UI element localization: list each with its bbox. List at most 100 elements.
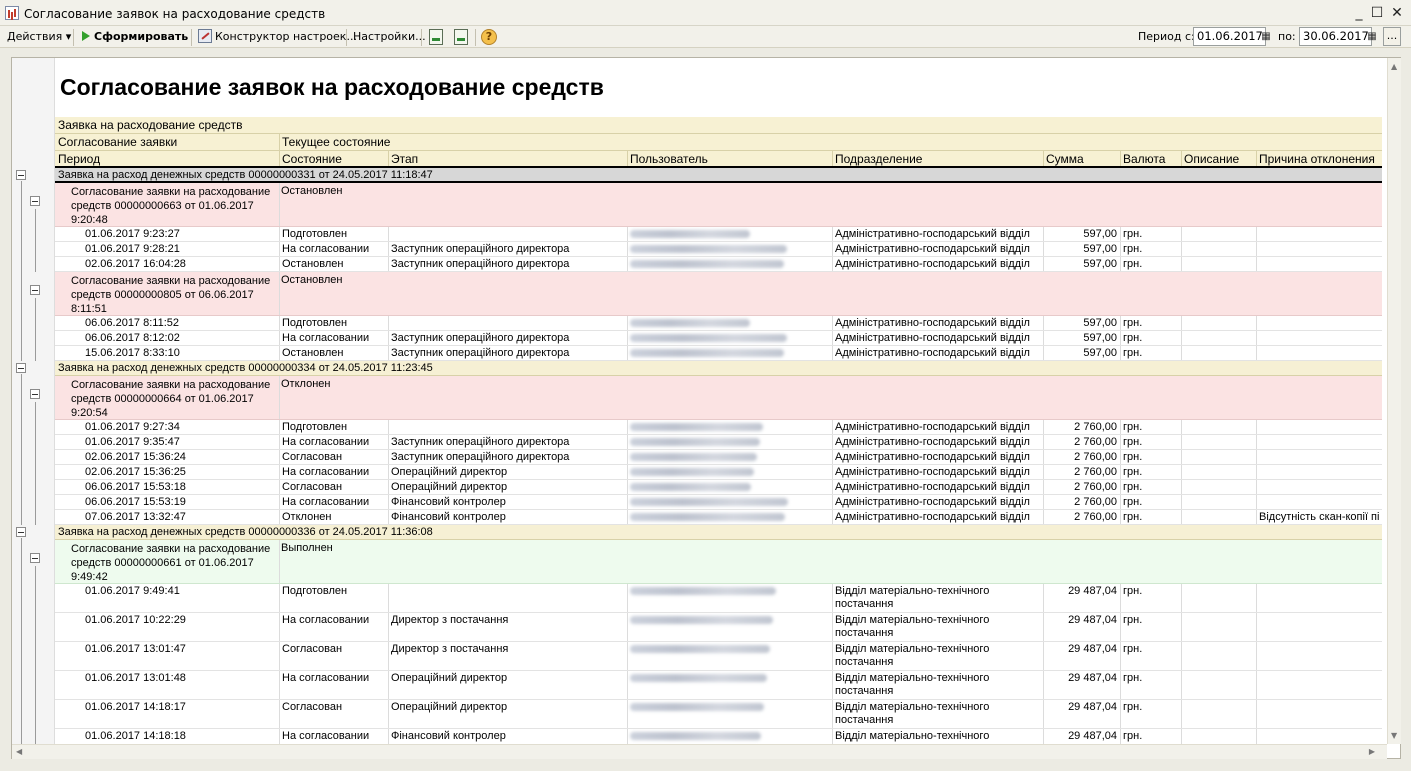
redacted-user-name xyxy=(630,498,788,507)
divider xyxy=(388,584,389,612)
scroll-right-icon[interactable]: ▶ xyxy=(1369,747,1375,756)
group-row[interactable]: Заявка на расход денежных средств 000000… xyxy=(55,168,1382,183)
horizontal-scrollbar[interactable]: ◀ ▶ xyxy=(12,744,1387,759)
table-row[interactable]: 07.06.2017 13:32:47 Отклонен Фінансовий ко… xyxy=(55,510,1382,525)
cell-currency: грн. xyxy=(1123,585,1143,597)
divider xyxy=(1181,450,1182,464)
table-row[interactable]: 02.06.2017 16:04:28 Остановлен Заступник о… xyxy=(55,257,1382,272)
approval-row[interactable]: Согласование заявки на расходование сред… xyxy=(55,272,1382,316)
cell-user-redacted xyxy=(630,585,776,598)
approval-row[interactable]: Согласование заявки на расходование сред… xyxy=(55,183,1382,227)
table-row[interactable]: 01.06.2017 10:22:29 На согласовании Директ… xyxy=(55,613,1382,642)
collapse-toggle-icon[interactable] xyxy=(30,389,40,399)
table-row[interactable]: 01.06.2017 14:18:17 Согласован Операційний… xyxy=(55,700,1382,729)
report-spreadsheet[interactable]: Согласование заявок на расходование сред… xyxy=(11,57,1401,759)
period-select-button[interactable]: ... xyxy=(1383,27,1401,46)
generate-button[interactable]: Сформировать xyxy=(82,29,188,45)
period-to-input[interactable]: 30.06.2017 xyxy=(1299,27,1372,46)
cell-department: Адміністративно-господарський відділ xyxy=(835,451,1030,463)
table-row[interactable]: 01.06.2017 13:01:47 Согласован Директор з … xyxy=(55,642,1382,671)
period-from-input[interactable]: 01.06.2017 xyxy=(1193,27,1266,46)
table-row[interactable]: 01.06.2017 9:27:34 Подготовлен Адміністрат… xyxy=(55,420,1382,435)
settings-constructor-button[interactable]: Конструктор настроек... xyxy=(198,29,357,45)
divider xyxy=(1043,700,1044,728)
actions-label: Действия xyxy=(7,30,63,43)
cell-state: На согласовании xyxy=(282,730,370,742)
divider xyxy=(1043,450,1044,464)
cell-period: 02.06.2017 15:36:25 xyxy=(85,466,186,478)
scroll-left-icon[interactable]: ◀ xyxy=(16,747,22,756)
cell-period: 06.06.2017 15:53:19 xyxy=(85,496,186,508)
cell-user-redacted xyxy=(630,421,763,434)
table-row[interactable]: 06.06.2017 8:12:02 На согласовании Заступн… xyxy=(55,331,1382,346)
redacted-user-name xyxy=(630,319,750,328)
divider xyxy=(832,495,833,509)
approval-row[interactable]: Согласование заявки на расходование сред… xyxy=(55,376,1382,420)
collapse-toggle-icon[interactable] xyxy=(30,285,40,295)
group-row[interactable]: Заявка на расход денежных средств 000000… xyxy=(55,361,1382,376)
cell-currency: грн. xyxy=(1123,347,1143,359)
collapse-toggle-icon[interactable] xyxy=(16,363,26,373)
table-row[interactable]: 06.06.2017 8:11:52 Подготовлен Адміністрат… xyxy=(55,316,1382,331)
divider xyxy=(1256,450,1257,464)
settings-button[interactable]: Настройки... xyxy=(353,29,426,45)
divider xyxy=(1256,242,1257,256)
help-button[interactable]: ? xyxy=(481,29,497,45)
save-settings-button[interactable] xyxy=(454,29,468,45)
tree-line xyxy=(35,402,36,525)
cell-currency: грн. xyxy=(1123,701,1143,713)
cell-department: Адміністративно-господарський відділ xyxy=(835,347,1030,359)
approval-row[interactable]: Согласование заявки на расходование сред… xyxy=(55,540,1382,584)
collapse-toggle-icon[interactable] xyxy=(16,527,26,537)
cell-period: 01.06.2017 13:01:47 xyxy=(85,643,186,655)
vertical-scrollbar[interactable]: ▲ ▼ xyxy=(1387,58,1401,744)
divider xyxy=(1120,510,1121,524)
calendar-icon[interactable]: ▦ xyxy=(1259,27,1273,46)
table-row[interactable]: 02.06.2017 15:36:25 На согласовании Операц… xyxy=(55,465,1382,480)
divider xyxy=(627,465,628,479)
table-row[interactable]: 06.06.2017 15:53:19 На согласовании Фінанс… xyxy=(55,495,1382,510)
header-level1: Заявка на расходование средств xyxy=(55,117,1382,134)
collapse-toggle-icon[interactable] xyxy=(16,170,26,180)
table-row[interactable]: 01.06.2017 9:35:47 На согласовании Заступн… xyxy=(55,435,1382,450)
header-current-state: Текущее состояние xyxy=(282,135,391,149)
collapse-toggle-icon[interactable] xyxy=(30,553,40,563)
cell-department: Адміністративно-господарський відділ xyxy=(835,511,1030,523)
cell-stage: Фінансовий контролер xyxy=(391,496,506,508)
cell-currency: грн. xyxy=(1123,332,1143,344)
load-settings-button[interactable] xyxy=(429,29,443,45)
load-icon xyxy=(429,29,443,45)
close-icon[interactable]: ✕ xyxy=(1388,5,1406,21)
table-row[interactable]: 01.06.2017 13:01:48 На согласовании Операц… xyxy=(55,671,1382,700)
divider xyxy=(1120,613,1121,641)
cell-currency: грн. xyxy=(1123,496,1143,508)
divider xyxy=(1120,450,1121,464)
divider xyxy=(1181,420,1182,434)
group-row[interactable]: Заявка на расход денежных средств 000000… xyxy=(55,525,1382,540)
table-row[interactable]: 01.06.2017 9:23:27 Подготовлен Адміністрат… xyxy=(55,227,1382,242)
divider xyxy=(388,346,389,360)
minimize-icon[interactable]: _ xyxy=(1350,5,1368,21)
cell-department: Адміністративно-господарський відділ xyxy=(835,496,1030,508)
divider xyxy=(1120,465,1121,479)
cell-amount: 29 487,04 xyxy=(1068,701,1117,713)
maximize-icon[interactable]: ☐ xyxy=(1368,5,1386,21)
table-row[interactable]: 15.06.2017 8:33:10 Остановлен Заступник оп… xyxy=(55,346,1382,361)
table-row[interactable]: 01.06.2017 9:49:41 Подготовлен Відділ мате… xyxy=(55,584,1382,613)
redacted-user-name xyxy=(630,483,751,492)
scroll-up-icon[interactable]: ▲ xyxy=(1391,62,1397,71)
calendar-icon[interactable]: ▦ xyxy=(1365,27,1379,46)
scroll-down-icon[interactable]: ▼ xyxy=(1391,731,1397,740)
cell-state: На согласовании xyxy=(282,466,370,478)
table-row[interactable]: 06.06.2017 15:53:18 Согласован Операційний… xyxy=(55,480,1382,495)
divider xyxy=(1120,480,1121,494)
divider xyxy=(1181,480,1182,494)
redacted-user-name xyxy=(630,438,760,447)
table-row[interactable]: 01.06.2017 9:28:21 На согласовании Заступн… xyxy=(55,242,1382,257)
divider xyxy=(1043,316,1044,330)
actions-menu[interactable]: Действия ▾ xyxy=(7,29,71,45)
table-row[interactable]: 02.06.2017 15:36:24 Согласован Заступник о… xyxy=(55,450,1382,465)
divider xyxy=(832,242,833,256)
collapse-toggle-icon[interactable] xyxy=(30,196,40,206)
column-department: Подразделение xyxy=(835,152,923,166)
